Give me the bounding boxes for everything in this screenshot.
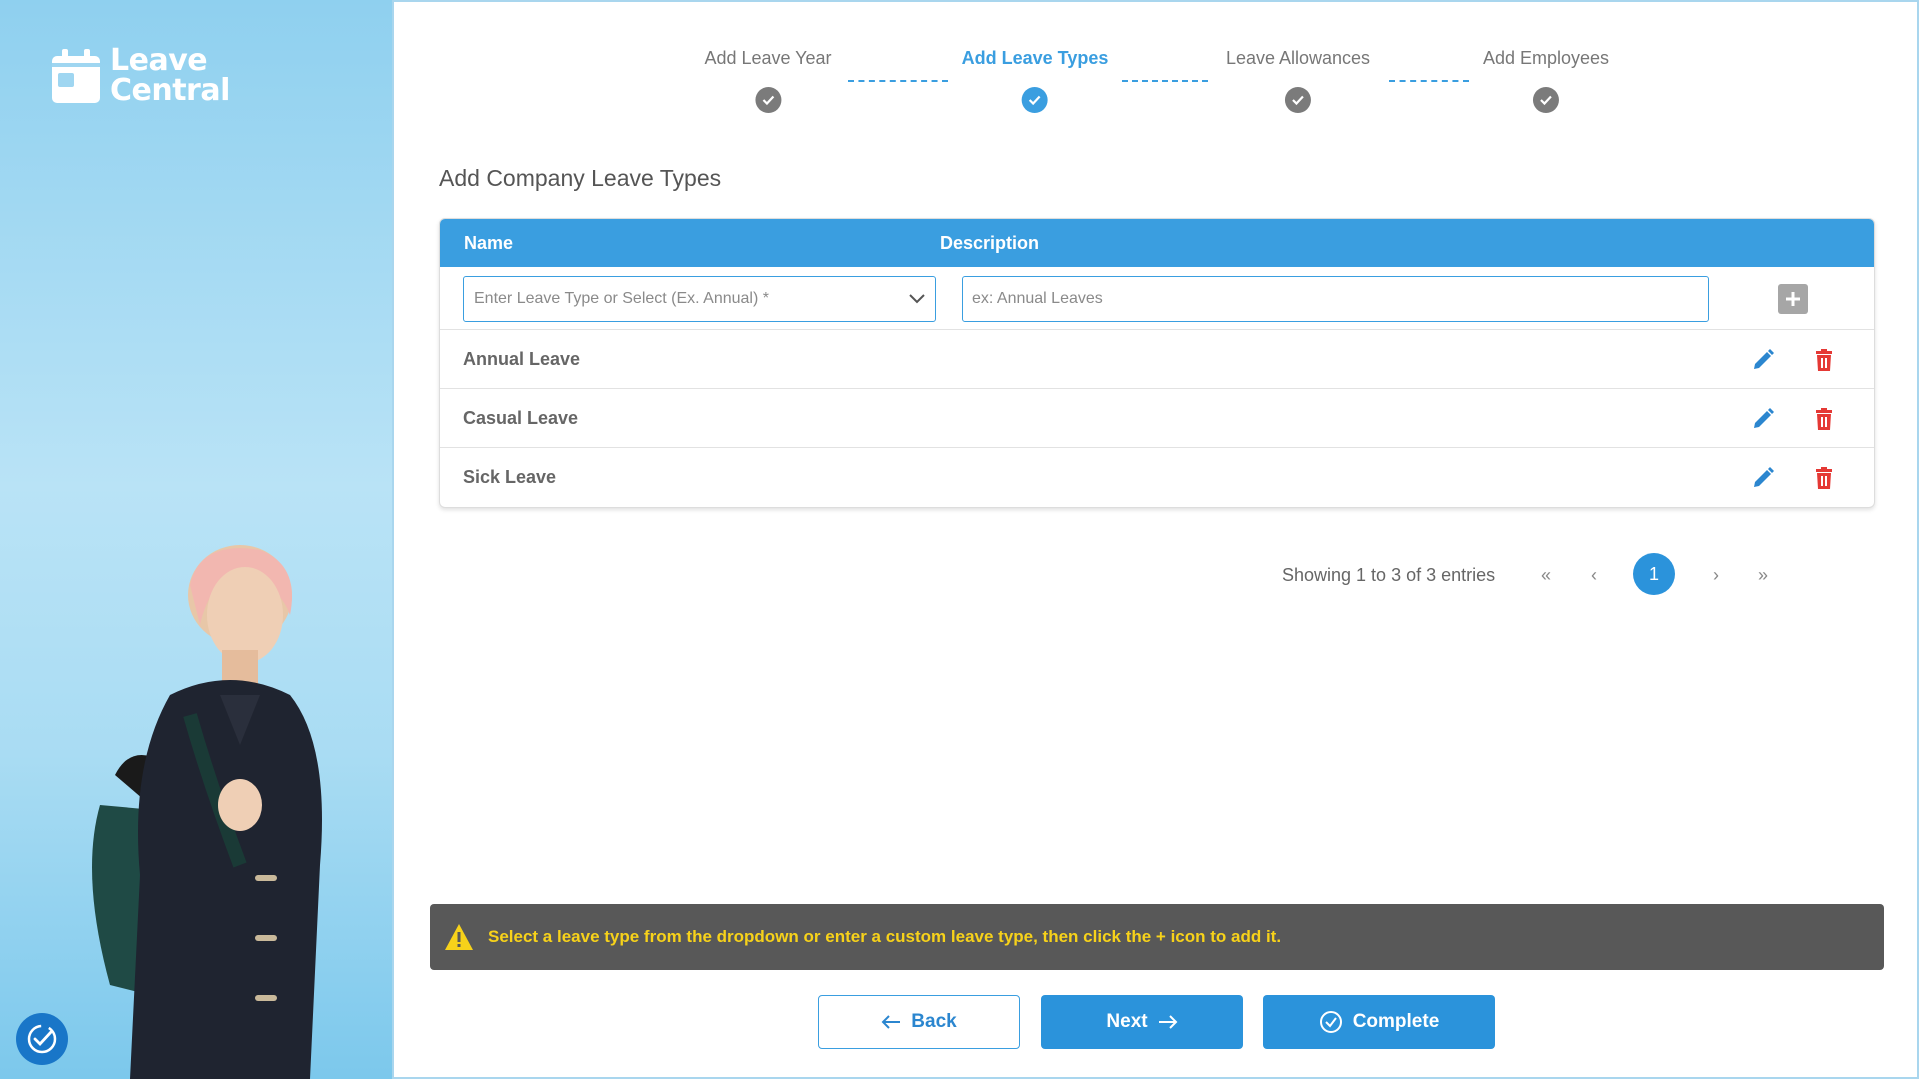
next-page-button[interactable]: › bbox=[1702, 561, 1730, 589]
last-page-button[interactable]: » bbox=[1749, 561, 1777, 589]
add-leave-type-button[interactable] bbox=[1778, 284, 1808, 314]
leave-type-name: Annual Leave bbox=[463, 348, 581, 369]
page-title: Add Company Leave Types bbox=[439, 165, 722, 191]
table-row: Sick Leave bbox=[440, 448, 1874, 507]
step-connector bbox=[848, 80, 948, 82]
leave-type-select[interactable]: Enter Leave Type or Select (Ex. Annual) … bbox=[463, 276, 936, 322]
first-page-button[interactable]: « bbox=[1532, 561, 1560, 589]
next-label: Next bbox=[1106, 1011, 1148, 1032]
step-add-leave-types[interactable]: Add Leave Types bbox=[961, 48, 1109, 113]
calendar-icon bbox=[50, 47, 102, 105]
back-button[interactable]: Back bbox=[818, 995, 1020, 1049]
step-label: Add Leave Types bbox=[961, 48, 1109, 68]
check-badge-icon bbox=[27, 1024, 57, 1054]
column-header-description: Description bbox=[940, 232, 1040, 253]
brand-line1: Leave bbox=[110, 43, 208, 78]
delete-button[interactable] bbox=[1811, 465, 1837, 491]
leave-type-name: Casual Leave bbox=[463, 407, 579, 428]
pencil-icon bbox=[1754, 467, 1774, 487]
trash-icon bbox=[1816, 349, 1832, 371]
step-label: Add Leave Year bbox=[704, 48, 832, 68]
person-illustration bbox=[92, 545, 322, 1079]
description-input[interactable] bbox=[962, 276, 1709, 322]
cookie-settings-button[interactable] bbox=[16, 1013, 68, 1065]
arrow-left-icon bbox=[881, 1015, 901, 1029]
table-row: Annual Leave bbox=[440, 330, 1874, 389]
trash-icon bbox=[1816, 408, 1832, 430]
column-header-name: Name bbox=[464, 232, 514, 253]
add-leave-type-row: Enter Leave Type or Select (Ex. Annual) … bbox=[440, 267, 1874, 330]
plus-icon bbox=[1786, 292, 1800, 306]
warning-icon bbox=[445, 924, 473, 950]
prev-page-button[interactable]: ‹ bbox=[1580, 561, 1608, 589]
delete-button[interactable] bbox=[1811, 406, 1837, 432]
chevron-down-icon bbox=[909, 294, 925, 304]
page-button-current[interactable]: 1 bbox=[1633, 553, 1675, 595]
step-connector bbox=[1122, 80, 1208, 82]
brand-logo: Leave Central bbox=[50, 46, 230, 106]
pagination: Showing 1 to 3 of 3 entries « ‹ 1 › » bbox=[394, 553, 1919, 597]
hint-alert: Select a leave type from the dropdown or… bbox=[430, 904, 1884, 970]
check-icon bbox=[1022, 87, 1048, 113]
leave-type-name: Sick Leave bbox=[463, 467, 557, 487]
leave-type-placeholder: Enter Leave Type or Select (Ex. Annual) … bbox=[474, 290, 769, 307]
check-icon bbox=[1284, 87, 1311, 113]
main-content: Add Leave Year Add Leave Types Leave All… bbox=[394, 0, 1919, 1079]
step-label: Leave Allowances bbox=[1225, 48, 1371, 68]
edit-button[interactable] bbox=[1750, 406, 1776, 432]
table-header: Name Description bbox=[440, 219, 1874, 267]
edit-button[interactable] bbox=[1750, 465, 1776, 491]
pencil-icon bbox=[1754, 349, 1774, 369]
complete-label: Complete bbox=[1352, 1011, 1440, 1032]
delete-button[interactable] bbox=[1811, 347, 1837, 373]
check-circle-icon bbox=[1319, 1011, 1342, 1033]
brand-line2: Central bbox=[110, 73, 230, 108]
step-add-employees[interactable]: Add Employees bbox=[1483, 48, 1609, 113]
step-label: Add Employees bbox=[1482, 48, 1610, 68]
wizard-stepper: Add Leave Year Add Leave Types Leave All… bbox=[394, 48, 1919, 128]
table-row: Casual Leave bbox=[440, 389, 1874, 448]
back-label: Back bbox=[911, 1011, 957, 1032]
pagination-info: Showing 1 to 3 of 3 entries bbox=[1282, 565, 1496, 585]
check-icon bbox=[1532, 87, 1559, 113]
step-leave-allowances[interactable]: Leave Allowances bbox=[1226, 48, 1370, 113]
trash-icon bbox=[1816, 467, 1832, 489]
leave-types-table: Name Description Enter Leave Type or Sel… bbox=[439, 218, 1875, 508]
pencil-icon bbox=[1754, 408, 1774, 428]
edit-button[interactable] bbox=[1750, 347, 1776, 373]
next-button[interactable]: Next bbox=[1041, 995, 1243, 1049]
arrow-right-icon bbox=[1158, 1015, 1178, 1029]
left-panel: Leave Central bbox=[0, 0, 394, 1079]
step-connector bbox=[1389, 80, 1469, 82]
complete-button[interactable]: Complete bbox=[1263, 995, 1495, 1049]
alert-message: Select a leave type from the dropdown or… bbox=[488, 927, 1282, 946]
step-add-leave-year[interactable]: Add Leave Year bbox=[704, 48, 832, 113]
check-icon bbox=[755, 87, 781, 113]
